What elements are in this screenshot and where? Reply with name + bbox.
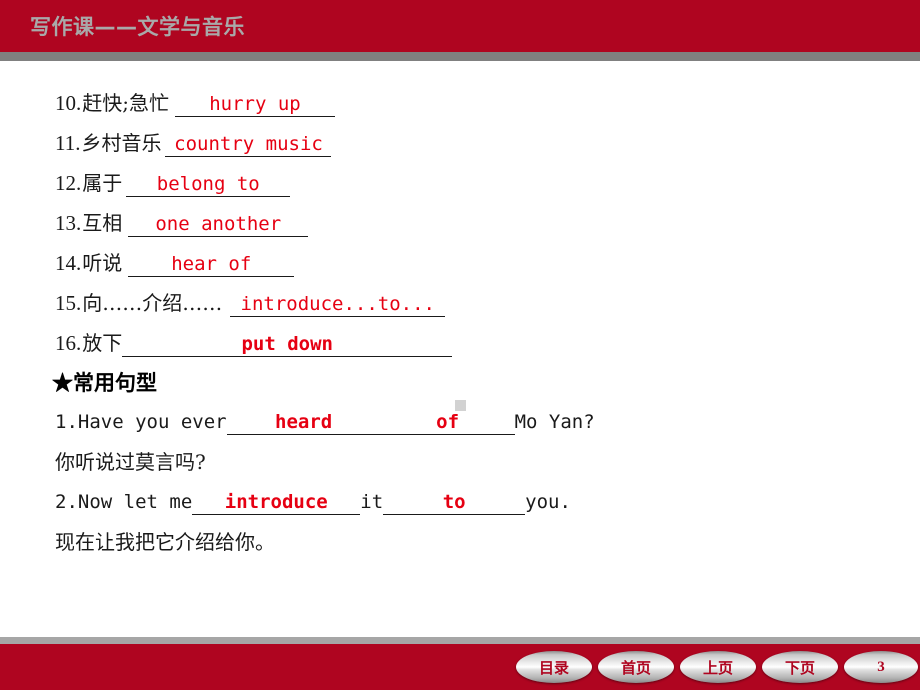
sentence-suffix: Mo Yan? (514, 411, 595, 433)
sentence-prefix: Now let me (77, 491, 193, 513)
sentence-number: 2. (55, 491, 78, 513)
vocab-chinese: 放下 (82, 331, 123, 355)
sentence-item-2: 2. Now let me introduce it to you. (55, 491, 571, 515)
sentence-translation-1: 你听说过莫言吗? (55, 450, 206, 474)
vocab-chinese: 向……介绍…… (82, 291, 223, 315)
vocab-answer-blank: hurry up (175, 93, 335, 117)
vocab-number: 15. (55, 291, 82, 315)
sentence-blank-2: of (380, 411, 515, 435)
sentence-item-1: 1. Have you ever heard of Mo Yan? (55, 411, 595, 435)
nav-button-previous[interactable]: 上页 (680, 651, 756, 683)
vocab-number: 12. (55, 171, 82, 195)
header-divider (0, 52, 920, 61)
vocab-answer-blank: hear of (128, 253, 295, 277)
vocab-number: 11. (55, 131, 81, 155)
vocab-answer-blank: put down (122, 333, 453, 357)
vocab-number: 16. (55, 331, 82, 355)
vocab-item-11: 11. 乡村音乐 country music (55, 131, 332, 157)
vocab-answer-blank: one another (128, 213, 309, 237)
vocab-item-15: 15. 向……介绍…… introduce...to... (55, 291, 446, 317)
vocab-number: 14. (55, 251, 82, 275)
sentence-number: 1. (55, 411, 78, 433)
nav-button-home[interactable]: 首页 (598, 651, 674, 683)
sentence-suffix: you. (525, 491, 571, 513)
vocab-item-16: 16. 放下 put down (55, 331, 453, 357)
slide-content: 10. 赶快;急忙 hurry up 11. 乡村音乐 country musi… (0, 61, 920, 637)
vocab-chinese: 赶快;急忙 (82, 91, 169, 115)
vocab-answer-blank: belong to (126, 173, 291, 197)
vocab-item-14: 14. 听说 hear of (55, 251, 295, 277)
vocab-item-10: 10. 赶快;急忙 hurry up (55, 93, 335, 117)
vocab-answer-blank: country music (165, 133, 332, 157)
vocab-number: 10. (55, 91, 82, 115)
sentence-translation-2: 现在让我把它介绍给你。 (55, 530, 275, 554)
stray-placeholder-marker (455, 400, 466, 411)
vocab-chinese: 属于 (82, 171, 123, 195)
sentence-blank-1: introduce (192, 491, 361, 515)
footer-navigation: 目录 首页 上页 下页 3 (516, 650, 918, 684)
nav-button-contents[interactable]: 目录 (516, 651, 592, 683)
sentence-prefix: Have you ever (77, 411, 227, 433)
section-heading-sentence-patterns: ★常用句型 (52, 370, 157, 395)
nav-button-next[interactable]: 下页 (762, 651, 838, 683)
vocab-chinese: 乡村音乐 (81, 131, 162, 155)
sentence-gap-text: it (360, 491, 384, 513)
sentence-blank-2: to (383, 491, 526, 515)
vocab-number: 13. (55, 211, 82, 235)
slide-canvas: 写作课——文学与音乐 10. 赶快;急忙 hurry up 11. 乡村音乐 c… (0, 0, 920, 690)
footer-divider (0, 637, 920, 644)
sentence-blank-1: heard (226, 411, 381, 435)
page-number-badge: 3 (844, 651, 918, 683)
page-title: 写作课——文学与音乐 (30, 15, 245, 39)
vocab-item-13: 13. 互相 one another (55, 211, 309, 237)
vocab-chinese: 互相 (82, 211, 123, 235)
vocab-chinese: 听说 (82, 251, 123, 275)
vocab-item-12: 12. 属于 belong to (55, 171, 291, 197)
vocab-answer-blank: introduce...to... (230, 293, 446, 317)
